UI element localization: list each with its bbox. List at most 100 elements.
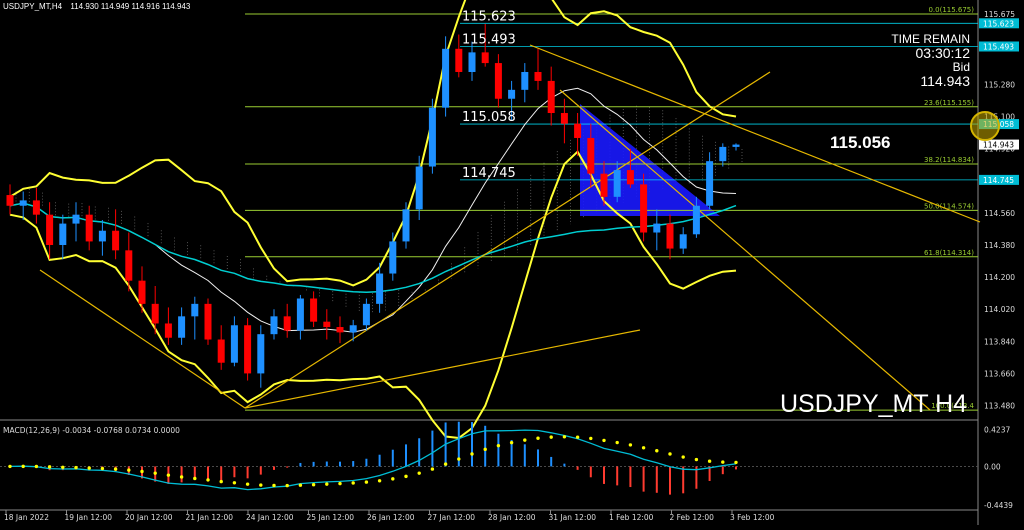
fib-level-label: 61.8(114.314) xyxy=(924,249,974,257)
price-label: 115.058 xyxy=(462,110,516,125)
candle-body xyxy=(138,280,146,304)
macd-signal-dot xyxy=(61,465,65,469)
candle-body xyxy=(204,303,212,340)
macd-signal-dot xyxy=(179,475,184,479)
candle-body xyxy=(72,214,80,224)
candle-body xyxy=(349,325,357,333)
price-tick: 114.380 xyxy=(984,241,1015,250)
macd-signal-dot xyxy=(628,443,633,447)
symbol-info: USDJPY_MT,H4 114.930 114.949 114.916 114… xyxy=(3,2,190,11)
info-panel: TIME REMAIN 03:30:12 Bid 114.943 xyxy=(888,32,970,88)
candle-body xyxy=(125,250,133,281)
macd-tick: -0.4439 xyxy=(984,501,1013,510)
time-label: 25 Jan 12:00 xyxy=(307,513,355,522)
candle-body xyxy=(296,298,304,331)
time-label: 26 Jan 12:00 xyxy=(367,513,415,522)
macd-signal-dot xyxy=(338,481,342,486)
symbol-label: USDJPY_MT,H4 xyxy=(3,2,63,11)
time-label: 28 Jan 12:00 xyxy=(488,513,536,522)
candle-body xyxy=(587,137,595,174)
candle-body xyxy=(613,170,621,197)
time-label: 31 Jan 12:00 xyxy=(549,513,597,522)
chart-watermark: USDJPY_MT H4 xyxy=(780,390,968,418)
macd-signal-dot xyxy=(430,467,435,471)
candle-body xyxy=(534,71,542,81)
axis-mark: 114.745 xyxy=(983,176,1014,185)
candle-body xyxy=(112,230,120,251)
candle-body xyxy=(402,209,410,242)
fib-level-label: 0.0(115.675) xyxy=(928,6,974,14)
macd-signal-dot xyxy=(734,460,738,465)
macd-signal-dot xyxy=(615,440,619,445)
candle-body xyxy=(230,325,238,363)
candle-body xyxy=(46,214,54,245)
price-tick: 114.020 xyxy=(984,305,1015,314)
ohlc-values: 114.930 114.949 114.916 114.943 xyxy=(70,2,191,11)
macd-signal-dot xyxy=(74,465,78,470)
macd-signal-dot xyxy=(404,474,408,479)
candle-body xyxy=(376,273,384,304)
candle-body xyxy=(19,200,27,206)
candle-body xyxy=(85,214,93,242)
macd-signal-dot xyxy=(509,440,514,445)
chart-window[interactable]: 0.0(115.675) 23.6(115.155) 38.2(114.834) 50… xyxy=(0,0,1024,525)
bid-value: 114.943 xyxy=(920,73,970,89)
macd-signal-dot xyxy=(219,479,223,484)
candle-body xyxy=(574,123,582,138)
macd-signal-dot xyxy=(641,446,646,450)
price-tick: 113.660 xyxy=(984,369,1015,378)
axis-mark: 114.943 xyxy=(983,141,1014,150)
macd-signal-dot xyxy=(34,464,39,469)
macd-signal-dot xyxy=(127,468,131,472)
candle-body xyxy=(442,48,450,108)
macd-signal-dot xyxy=(457,457,461,461)
candle-body xyxy=(640,184,648,233)
macd-signal-dot xyxy=(602,438,606,443)
macd-signal-dot xyxy=(87,466,91,470)
macd-signal-dot xyxy=(668,452,672,456)
price-tick: 115.675 xyxy=(984,10,1015,19)
time-label: 18 Jan 2022 xyxy=(4,513,49,522)
time-label: 27 Jan 12:00 xyxy=(428,513,476,522)
time-remain-label: TIME REMAIN xyxy=(891,32,970,46)
time-label: 3 Feb 12:00 xyxy=(730,513,775,522)
macd-signal-dot xyxy=(364,480,369,484)
candle-body xyxy=(732,144,740,147)
candle-body xyxy=(626,170,634,185)
candle-body xyxy=(679,234,687,249)
macd-signal-dot xyxy=(325,482,329,486)
candle-body xyxy=(706,161,714,206)
macd-signal-dot xyxy=(483,447,487,452)
macd-signal-dot xyxy=(206,478,210,482)
time-label: 2 Feb 12:00 xyxy=(670,513,715,522)
price-chart[interactable]: 0.0(115.675) 23.6(115.155) 38.2(114.834) 50… xyxy=(0,0,1024,525)
fib-level-label: 38.2(114.834) xyxy=(924,156,974,164)
macd-signal-dot xyxy=(417,471,421,475)
macd-signal-dot xyxy=(298,483,303,487)
candle-body xyxy=(6,195,14,206)
candle-body xyxy=(310,298,318,322)
macd-signal-dot xyxy=(496,443,501,448)
macd-signal-dot xyxy=(140,469,144,474)
candle-body xyxy=(164,323,172,338)
macd-signal-dot xyxy=(21,464,25,469)
price-tick: 115.280 xyxy=(984,80,1015,89)
candle-body xyxy=(508,89,516,99)
candle-body xyxy=(415,166,423,210)
macd-signal-dot xyxy=(8,464,12,469)
candle-body xyxy=(428,107,436,167)
candle-body xyxy=(151,303,159,324)
candle-body xyxy=(257,334,265,374)
time-label: 20 Jan 12:00 xyxy=(125,513,173,522)
macd-signal-dot xyxy=(166,473,171,477)
candle-body xyxy=(336,327,344,333)
candle-body xyxy=(600,173,608,197)
macd-signal-dot xyxy=(47,465,52,469)
candle-body xyxy=(521,71,529,90)
macd-signal-dot xyxy=(153,471,157,475)
price-label: 114.745 xyxy=(462,166,516,181)
price-label: 115.623 xyxy=(462,9,516,24)
candle-body xyxy=(178,316,186,338)
price-alert-circle[interactable] xyxy=(970,111,1000,141)
candle-body xyxy=(666,223,674,249)
